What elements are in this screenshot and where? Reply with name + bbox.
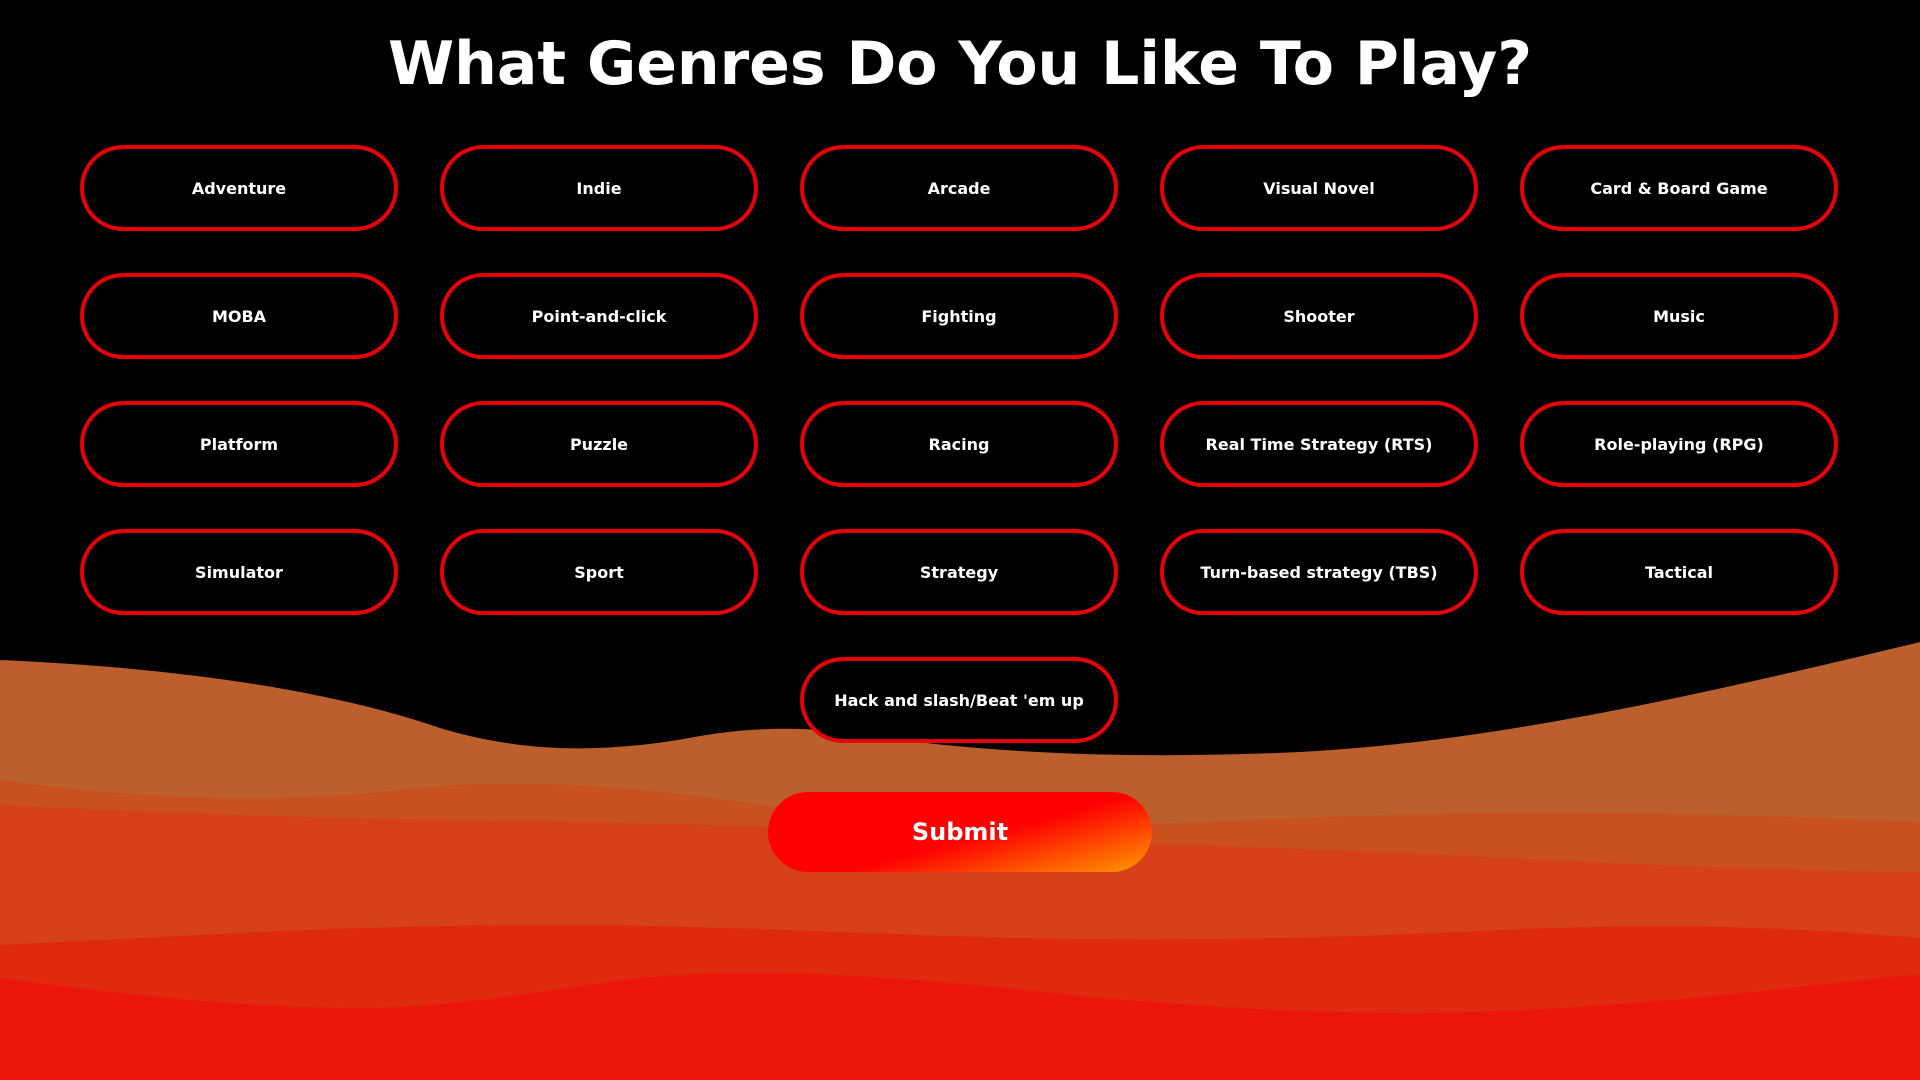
genre-button-racing[interactable]: Racing (800, 401, 1118, 487)
genre-button-visual-novel[interactable]: Visual Novel (1160, 145, 1478, 231)
genre-button-rts[interactable]: Real Time Strategy (RTS) (1160, 401, 1478, 487)
genre-button-point-and-click[interactable]: Point-and-click (440, 273, 758, 359)
genre-button-fighting[interactable]: Fighting (800, 273, 1118, 359)
genre-button-shooter[interactable]: Shooter (1160, 273, 1478, 359)
genre-button-moba[interactable]: MOBA (80, 273, 398, 359)
page-title: What Genres Do You Like To Play? (387, 29, 1532, 99)
genre-button-adventure[interactable]: Adventure (80, 145, 398, 231)
genre-button-tactical[interactable]: Tactical (1520, 529, 1838, 615)
genre-button-music[interactable]: Music (1520, 273, 1838, 359)
genre-button-sport[interactable]: Sport (440, 529, 758, 615)
genre-button-simulator[interactable]: Simulator (80, 529, 398, 615)
genre-button-indie[interactable]: Indie (440, 145, 758, 231)
submit-button[interactable]: Submit (768, 792, 1152, 872)
genre-selection-page: What Genres Do You Like To Play? Adventu… (0, 0, 1920, 1080)
genre-button-platform[interactable]: Platform (80, 401, 398, 487)
genre-grid: Adventure Indie Arcade Visual Novel Card… (80, 145, 1840, 743)
genre-button-rpg[interactable]: Role-playing (RPG) (1520, 401, 1838, 487)
genre-button-tbs[interactable]: Turn-based strategy (TBS) (1160, 529, 1478, 615)
genre-button-card-board-game[interactable]: Card & Board Game (1520, 145, 1838, 231)
genre-button-puzzle[interactable]: Puzzle (440, 401, 758, 487)
genre-button-hack-and-slash[interactable]: Hack and slash/Beat 'em up (800, 657, 1118, 743)
genre-button-strategy[interactable]: Strategy (800, 529, 1118, 615)
genre-button-arcade[interactable]: Arcade (800, 145, 1118, 231)
